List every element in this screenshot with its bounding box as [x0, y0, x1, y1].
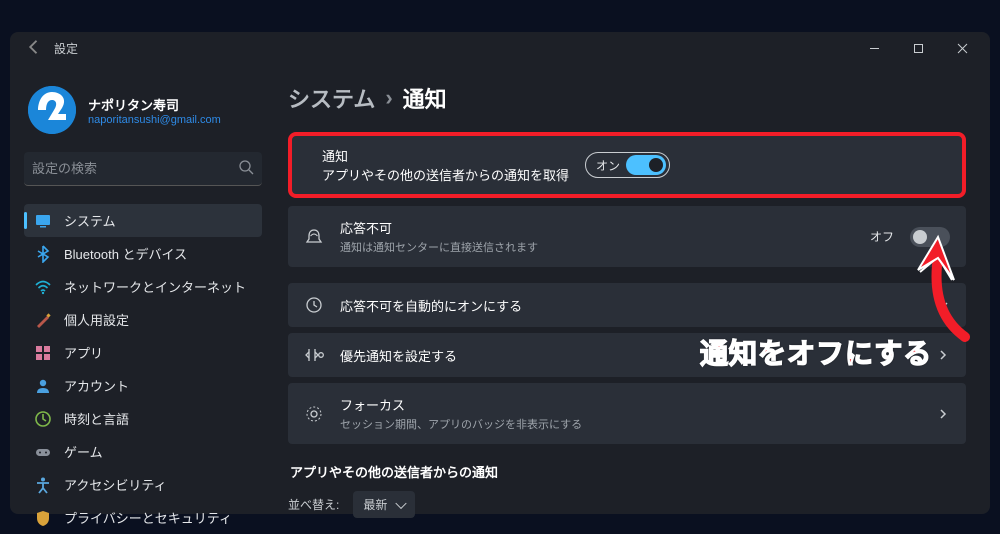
- sidebar-item-label: アプリ: [64, 343, 103, 362]
- sidebar-item-label: 時刻と言語: [64, 409, 129, 428]
- clock-icon: [304, 295, 324, 315]
- search-box[interactable]: [24, 152, 262, 186]
- sidebar-item-personalization[interactable]: 個人用設定: [24, 303, 262, 336]
- sidebar-item-label: ネットワークとインターネット: [64, 277, 246, 296]
- titlebar: 設定: [10, 32, 990, 64]
- notifications-toggle-pill[interactable]: オン: [585, 152, 670, 178]
- user-email: naporitansushi@gmail.com: [88, 114, 221, 126]
- sidebar-item-label: プライバシーとセキュリティ: [64, 508, 232, 527]
- avatar: [28, 86, 76, 134]
- notifications-card[interactable]: 通知 アプリやその他の送信者からの通知を取得 オン: [288, 132, 966, 198]
- privacy-icon: [34, 509, 52, 527]
- user-name: ナポリタン寿司: [88, 95, 221, 114]
- network-icon: [34, 278, 52, 296]
- settings-window: 設定 ナポリタン寿司 naporitansushi@gmai: [10, 32, 990, 514]
- gaming-icon: [34, 443, 52, 461]
- chevron-right-icon[interactable]: [936, 348, 950, 362]
- sort-label: 並べ替え:: [288, 496, 339, 513]
- account-icon: [34, 377, 52, 395]
- card-title: フォーカス: [340, 395, 920, 414]
- sidebar-item-label: 個人用設定: [64, 310, 129, 329]
- card-subtitle: アプリやその他の送信者からの通知を取得: [322, 165, 569, 184]
- focus-card[interactable]: フォーカス セッション期間、アプリのバッジを非表示にする: [288, 383, 966, 444]
- breadcrumb-sep-icon: ›: [385, 85, 392, 111]
- card-subtitle: セッション期間、アプリのバッジを非表示にする: [340, 416, 920, 432]
- breadcrumb-parent[interactable]: システム: [288, 82, 375, 114]
- sidebar: ナポリタン寿司 naporitansushi@gmail.com システム Blu…: [10, 64, 270, 534]
- nav-list: システム Bluetooth とデバイスネットワークとインターネット個人用設定アプ…: [24, 204, 262, 534]
- minimize-button[interactable]: [852, 32, 896, 64]
- toggle-state-label: オフ: [870, 228, 894, 245]
- dnd-icon: [304, 227, 324, 247]
- search-input[interactable]: [32, 161, 238, 176]
- sidebar-item-network[interactable]: ネットワークとインターネット: [24, 270, 262, 303]
- card-subtitle: 通知は通知センターに直接送信されます: [340, 239, 854, 255]
- focus-icon: [304, 404, 324, 424]
- sidebar-item-gaming[interactable]: ゲーム: [24, 435, 262, 468]
- sidebar-item-account[interactable]: アカウント: [24, 369, 262, 402]
- personalization-icon: [34, 311, 52, 329]
- sender-section-heading: アプリやその他の送信者からの通知: [290, 462, 966, 481]
- breadcrumb: システム › 通知: [288, 82, 966, 114]
- card-title: 通知: [322, 146, 569, 165]
- card-title: 応答不可: [340, 218, 854, 237]
- main-panel: システム › 通知 通知 アプリやその他の送信者からの通知を取得 オン: [270, 64, 990, 534]
- search-icon: [238, 159, 254, 178]
- maximize-button[interactable]: [896, 32, 940, 64]
- system-icon: [34, 212, 52, 230]
- sort-value: 最新: [363, 498, 387, 512]
- sidebar-item-time-language[interactable]: 時刻と言語: [24, 402, 262, 435]
- dnd-card[interactable]: 応答不可 通知は通知センターに直接送信されます オフ: [288, 206, 966, 267]
- back-icon[interactable]: [24, 37, 44, 60]
- breadcrumb-current: 通知: [403, 82, 447, 114]
- toggle-state-label: オン: [596, 157, 620, 174]
- sidebar-item-apps[interactable]: アプリ: [24, 336, 262, 369]
- card-title: 応答不可を自動的にオンにする: [340, 296, 920, 315]
- user-block[interactable]: ナポリタン寿司 naporitansushi@gmail.com: [24, 78, 262, 152]
- bluetooth-icon: [34, 245, 52, 263]
- sidebar-item-label: アカウント: [64, 376, 129, 395]
- sidebar-item-label: ゲーム: [64, 442, 103, 461]
- accessibility-icon: [34, 476, 52, 494]
- notifications-toggle[interactable]: [626, 155, 666, 175]
- annotation-arrow: [910, 232, 990, 342]
- sidebar-item-label: アクセシビリティ: [64, 475, 167, 494]
- sidebar-item-accessibility[interactable]: アクセシビリティ: [24, 468, 262, 501]
- time-language-icon: [34, 410, 52, 428]
- annotation-text: 通知をオフにする: [700, 332, 932, 372]
- sidebar-item-label: Bluetooth とデバイス: [64, 244, 187, 263]
- chevron-right-icon[interactable]: [936, 407, 950, 421]
- sidebar-item-system[interactable]: システム: [24, 204, 262, 237]
- close-button[interactable]: [940, 32, 984, 64]
- sidebar-item-bluetooth[interactable]: Bluetooth とデバイス: [24, 237, 262, 270]
- apps-icon: [34, 344, 52, 362]
- priority-icon: [304, 345, 324, 365]
- app-title: 設定: [44, 40, 78, 57]
- sidebar-item-label: システム: [64, 211, 116, 230]
- auto-dnd-card[interactable]: 応答不可を自動的にオンにする: [288, 283, 966, 327]
- sidebar-item-privacy[interactable]: プライバシーとセキュリティ: [24, 501, 262, 534]
